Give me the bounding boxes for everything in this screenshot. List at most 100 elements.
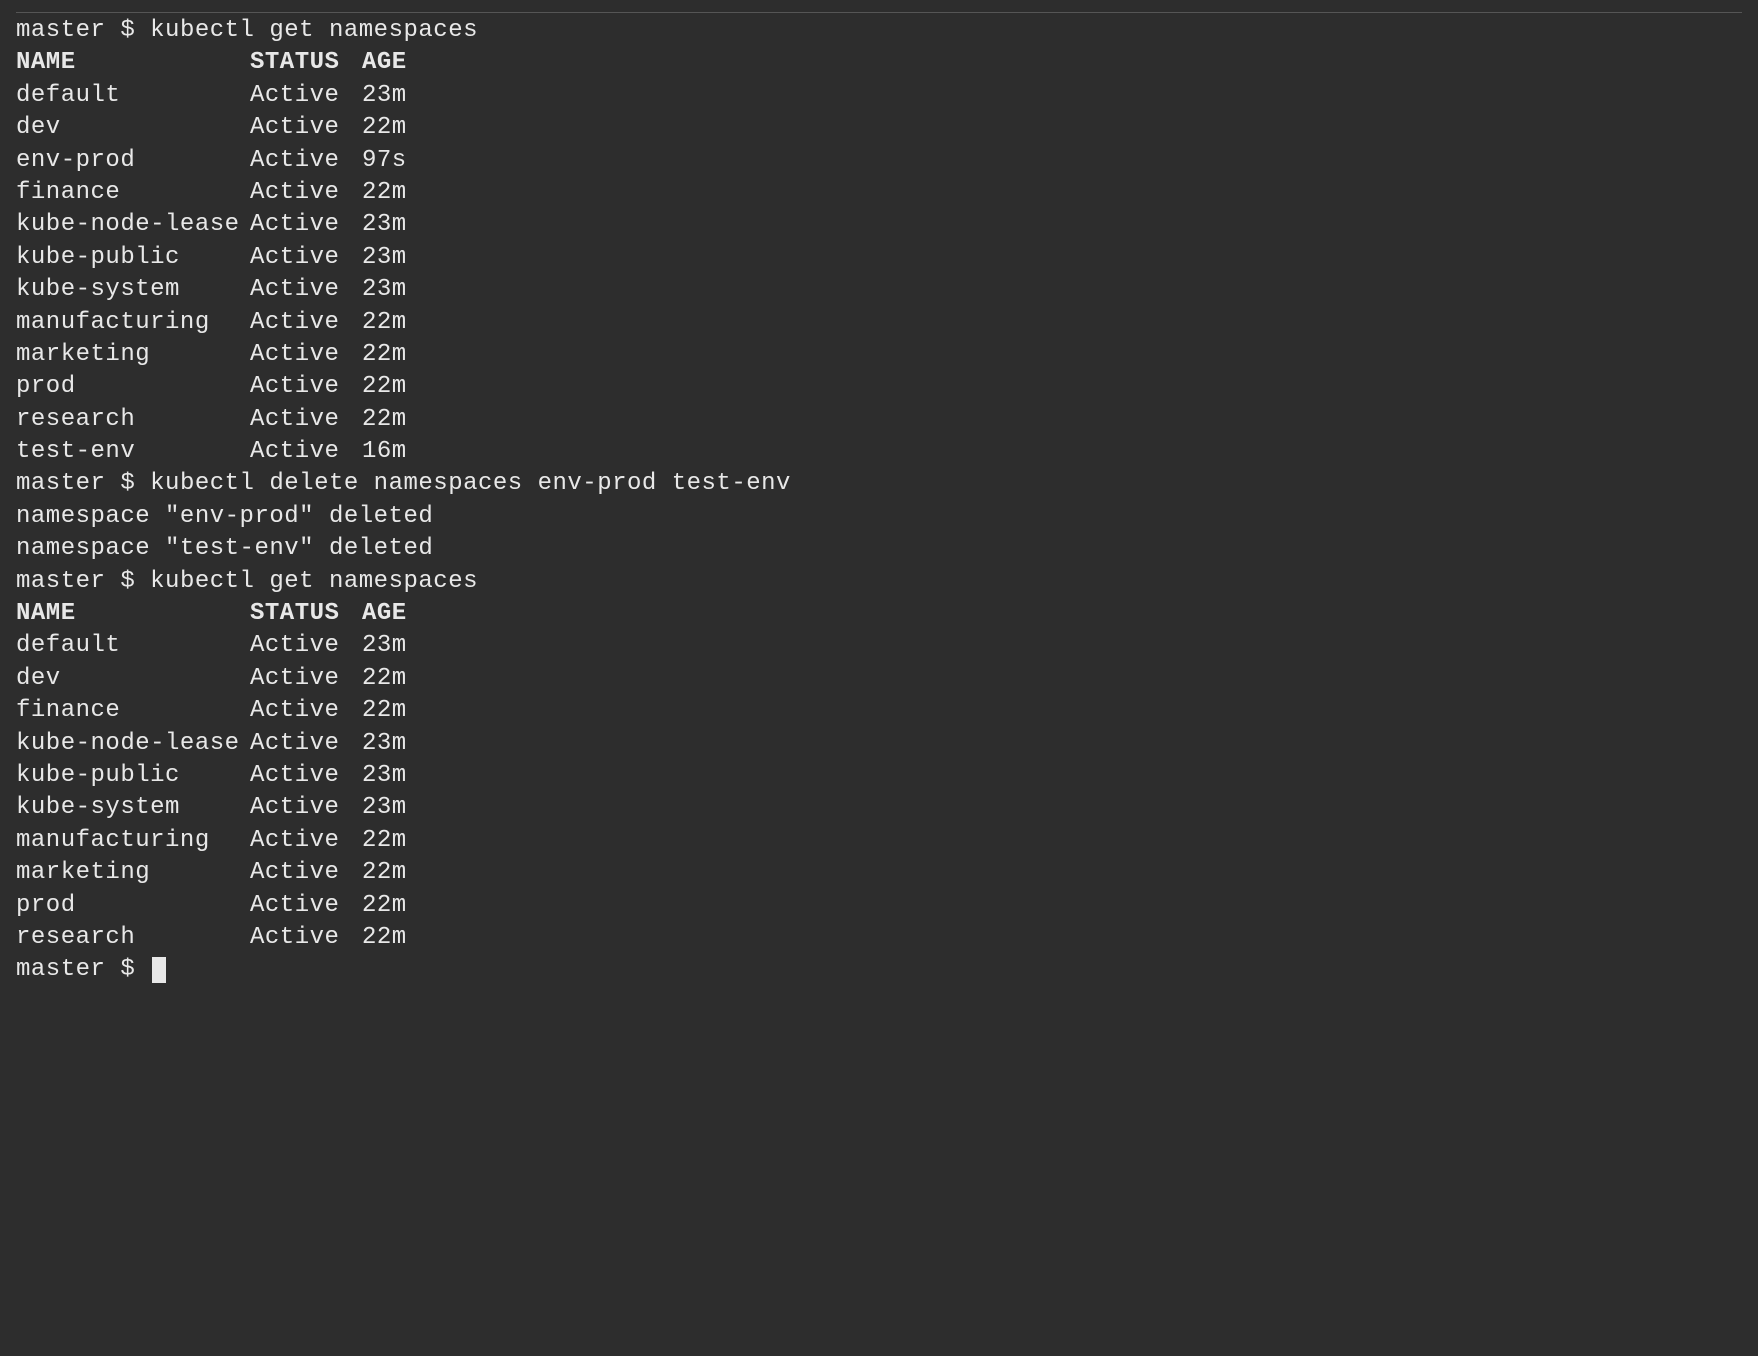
table-row: manufacturingActive22m — [16, 307, 1742, 339]
cell-status: Active — [250, 922, 362, 954]
table-row: test-envActive16m — [16, 436, 1742, 468]
cell-status: Active — [250, 112, 362, 144]
table-row: devActive22m — [16, 112, 1742, 144]
command-line-3: master $ kubectl get namespaces — [16, 566, 1742, 598]
cell-status: Active — [250, 728, 362, 760]
cell-name: kube-system — [16, 792, 250, 824]
table-row: kube-node-leaseActive23m — [16, 728, 1742, 760]
cell-age: 23m — [362, 274, 442, 306]
cell-age: 22m — [362, 825, 442, 857]
table-2-body: defaultActive23m devActive22m financeAct… — [16, 630, 1742, 954]
cell-status: Active — [250, 242, 362, 274]
cell-age: 22m — [362, 177, 442, 209]
cell-age: 22m — [362, 890, 442, 922]
prompt-symbol: $ — [120, 470, 135, 497]
cell-age: 23m — [362, 630, 442, 662]
table-row: kube-node-leaseActive23m — [16, 209, 1742, 241]
cell-age: 22m — [362, 922, 442, 954]
cell-status: Active — [250, 792, 362, 824]
cell-status: Active — [250, 339, 362, 371]
cell-name: marketing — [16, 857, 250, 889]
cell-age: 22m — [362, 339, 442, 371]
table-row: financeActive22m — [16, 695, 1742, 727]
delete-output-2: namespace "test-env" deleted — [16, 533, 1742, 565]
table-row: prodActive22m — [16, 371, 1742, 403]
cell-name: manufacturing — [16, 825, 250, 857]
cell-name: kube-node-lease — [16, 728, 250, 760]
cell-age: 16m — [362, 436, 442, 468]
header-name: NAME — [16, 47, 250, 79]
cell-status: Active — [250, 825, 362, 857]
cell-status: Active — [250, 145, 362, 177]
cell-age: 23m — [362, 80, 442, 112]
header-status: STATUS — [250, 598, 362, 630]
prompt-host: master — [16, 470, 105, 497]
cell-status: Active — [250, 695, 362, 727]
table-row: marketingActive22m — [16, 857, 1742, 889]
cell-name: kube-node-lease — [16, 209, 250, 241]
command-text: kubectl get namespaces — [150, 568, 478, 595]
table-row: kube-publicActive23m — [16, 760, 1742, 792]
cell-status: Active — [250, 404, 362, 436]
table-row: kube-systemActive23m — [16, 792, 1742, 824]
prompt-symbol: $ — [120, 17, 135, 44]
active-prompt-line[interactable]: master $ — [16, 954, 1742, 986]
cell-name: env-prod — [16, 145, 250, 177]
cell-status: Active — [250, 307, 362, 339]
prompt-symbol: $ — [120, 956, 135, 983]
cell-status: Active — [250, 760, 362, 792]
header-status: STATUS — [250, 47, 362, 79]
cell-name: kube-system — [16, 274, 250, 306]
cell-status: Active — [250, 630, 362, 662]
table-row: kube-systemActive23m — [16, 274, 1742, 306]
table-row: marketingActive22m — [16, 339, 1742, 371]
cell-status: Active — [250, 209, 362, 241]
cell-name: test-env — [16, 436, 250, 468]
command-text: kubectl delete namespaces env-prod test-… — [150, 470, 791, 497]
prompt-symbol: $ — [120, 568, 135, 595]
table-row: env-prodActive97s — [16, 145, 1742, 177]
table-row: defaultActive23m — [16, 80, 1742, 112]
table-row: kube-publicActive23m — [16, 242, 1742, 274]
header-age: AGE — [362, 598, 442, 630]
table-row: researchActive22m — [16, 922, 1742, 954]
cell-age: 22m — [362, 371, 442, 403]
table-header: NAMESTATUSAGE — [16, 47, 1742, 79]
cell-name: research — [16, 922, 250, 954]
cell-status: Active — [250, 80, 362, 112]
cell-name: marketing — [16, 339, 250, 371]
cell-name: kube-public — [16, 242, 250, 274]
table-row: defaultActive23m — [16, 630, 1742, 662]
cell-age: 23m — [362, 792, 442, 824]
table-row: financeActive22m — [16, 177, 1742, 209]
header-age: AGE — [362, 47, 442, 79]
cell-name: default — [16, 80, 250, 112]
terminal-top-border — [16, 12, 1742, 13]
cell-age: 22m — [362, 857, 442, 889]
cell-age: 22m — [362, 404, 442, 436]
cell-age: 97s — [362, 145, 442, 177]
delete-output-1: namespace "env-prod" deleted — [16, 501, 1742, 533]
command-line-2: master $ kubectl delete namespaces env-p… — [16, 468, 1742, 500]
cell-age: 23m — [362, 728, 442, 760]
cell-name: dev — [16, 112, 250, 144]
cell-name: prod — [16, 371, 250, 403]
cell-status: Active — [250, 371, 362, 403]
terminal-content[interactable]: master $ kubectl get namespaces NAMESTAT… — [16, 15, 1742, 987]
cell-status: Active — [250, 177, 362, 209]
prompt-host: master — [16, 17, 105, 44]
cell-status: Active — [250, 663, 362, 695]
cell-name: finance — [16, 177, 250, 209]
cell-name: default — [16, 630, 250, 662]
cell-name: finance — [16, 695, 250, 727]
cell-name: dev — [16, 663, 250, 695]
cell-age: 23m — [362, 209, 442, 241]
cursor-icon — [152, 957, 166, 983]
cell-name: manufacturing — [16, 307, 250, 339]
cell-age: 22m — [362, 695, 442, 727]
cell-age: 23m — [362, 242, 442, 274]
cell-status: Active — [250, 274, 362, 306]
command-text: kubectl get namespaces — [150, 17, 478, 44]
cell-status: Active — [250, 857, 362, 889]
cell-status: Active — [250, 890, 362, 922]
